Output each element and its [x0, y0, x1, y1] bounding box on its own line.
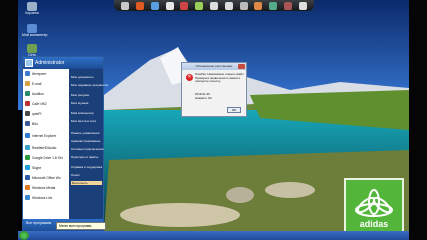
start-menu-places: Мои документы Мои недавние документы Мои…	[69, 69, 108, 219]
dock-item[interactable]	[195, 1, 204, 10]
places-item[interactable]: Мой компьютер	[71, 111, 94, 115]
skype-icon	[25, 165, 30, 170]
screen-frame-left	[0, 0, 18, 240]
dock-item[interactable]	[136, 1, 145, 10]
taskbar	[18, 231, 409, 240]
vk-icon	[25, 121, 30, 126]
dock-item[interactable]	[269, 1, 278, 10]
app-icon	[25, 111, 30, 116]
avatar[interactable]	[25, 59, 33, 67]
adidas-logo-tile: adidas	[344, 178, 404, 235]
media-icon	[25, 185, 30, 190]
dock-item[interactable]	[209, 1, 218, 10]
dialog-note: Нажмите ОК	[195, 96, 212, 100]
dock-item[interactable]	[165, 1, 174, 10]
pinned-item[interactable]: RealtekHDAudio	[25, 145, 56, 150]
dock-item[interactable]	[121, 1, 130, 10]
places-item[interactable]: Поиск	[71, 173, 80, 177]
ie-icon	[25, 133, 30, 138]
places-item[interactable]: Мои недавние документы	[71, 83, 108, 87]
places-item[interactable]: Мои места в сети	[71, 119, 96, 123]
places-item[interactable]: Принтеры и факсы	[71, 155, 98, 159]
start-menu-pinned: Интернет E-mail Audition Сайт ИК2 qutePl…	[23, 69, 69, 219]
brand-word: adidas	[359, 219, 389, 229]
places-item-highlighted[interactable]: Выполнить	[71, 181, 102, 185]
pinned-item[interactable]: Интернет	[25, 71, 46, 76]
dialog-message: Ошибка: Невозможно открыть файл. Проверь…	[195, 72, 245, 84]
places-item[interactable]: Мои документы	[71, 75, 94, 79]
dock-item[interactable]	[180, 1, 189, 10]
realtek-icon	[25, 145, 30, 150]
places-item[interactable]: Моя музыка	[71, 101, 88, 105]
internet-icon	[25, 71, 30, 76]
ok-button[interactable]: OK	[227, 107, 241, 113]
dock-bar	[114, 0, 314, 11]
pinned-item[interactable]: ВКо	[25, 121, 38, 126]
pinned-item[interactable]: Google Drive 1.8 Set	[25, 155, 63, 160]
adidas-trefoil-icon	[355, 189, 393, 217]
all-programs-button[interactable]: Все программы	[26, 221, 51, 225]
tooltip: Меню всех программ	[56, 222, 106, 230]
places-item[interactable]: Справка и поддержка	[71, 165, 102, 169]
word-icon	[25, 175, 30, 180]
dock-item[interactable]	[239, 1, 248, 10]
pinned-item[interactable]: Windows Media	[25, 185, 55, 190]
pinned-item[interactable]: Skype	[25, 165, 41, 170]
pinned-item[interactable]: Microsoft Office Wo	[25, 175, 61, 180]
dock-item[interactable]	[150, 1, 159, 10]
dock-item[interactable]	[224, 1, 233, 10]
screen-frame-right	[409, 0, 427, 240]
places-item[interactable]: Администрирование	[71, 139, 101, 143]
places-item[interactable]: Панель управления	[71, 131, 99, 135]
error-dialog: Обозначение расстановки ✕ Ошибка: Невозм…	[181, 62, 247, 117]
user-name: Administrator	[35, 60, 65, 66]
desktop-icon-computer[interactable]: Мой компьютер	[22, 24, 47, 37]
close-icon[interactable]	[238, 64, 245, 69]
pinned-item[interactable]: Audition	[25, 91, 44, 96]
start-menu: Administrator Интернет E-mail Audition С…	[22, 56, 108, 232]
pinned-item[interactable]: Internet Explorer	[25, 133, 56, 138]
error-icon: ✕	[186, 74, 193, 81]
dock-item[interactable]	[254, 1, 263, 10]
pinned-item[interactable]: E-mail	[25, 81, 41, 86]
mail-icon	[25, 81, 30, 86]
places-item[interactable]: Сетевые подключения	[71, 147, 103, 151]
drive-icon	[25, 155, 30, 160]
site-icon	[25, 101, 30, 106]
places-item[interactable]: Мои рисунки	[71, 93, 89, 97]
dialog-title: Обозначение расстановки	[182, 63, 246, 70]
recycle-bin-icon	[27, 2, 37, 11]
dock-item[interactable]	[298, 1, 307, 10]
network-icon	[27, 44, 37, 53]
computer-icon	[27, 24, 37, 33]
desktop-icon-recycle-bin[interactable]: Корзина	[22, 2, 42, 15]
start-button[interactable]	[19, 231, 29, 240]
desktop: Корзина Мой компьютер Сеть Administrator…	[0, 0, 427, 240]
pinned-item[interactable]: Windows Live	[25, 195, 52, 200]
pinned-item[interactable]: qutePl	[25, 111, 41, 116]
pinned-item[interactable]: Сайт ИК2	[25, 101, 47, 106]
dock-item[interactable]	[283, 1, 292, 10]
live-icon	[25, 195, 30, 200]
audition-icon	[25, 91, 30, 96]
start-menu-header: Administrator	[23, 57, 103, 69]
